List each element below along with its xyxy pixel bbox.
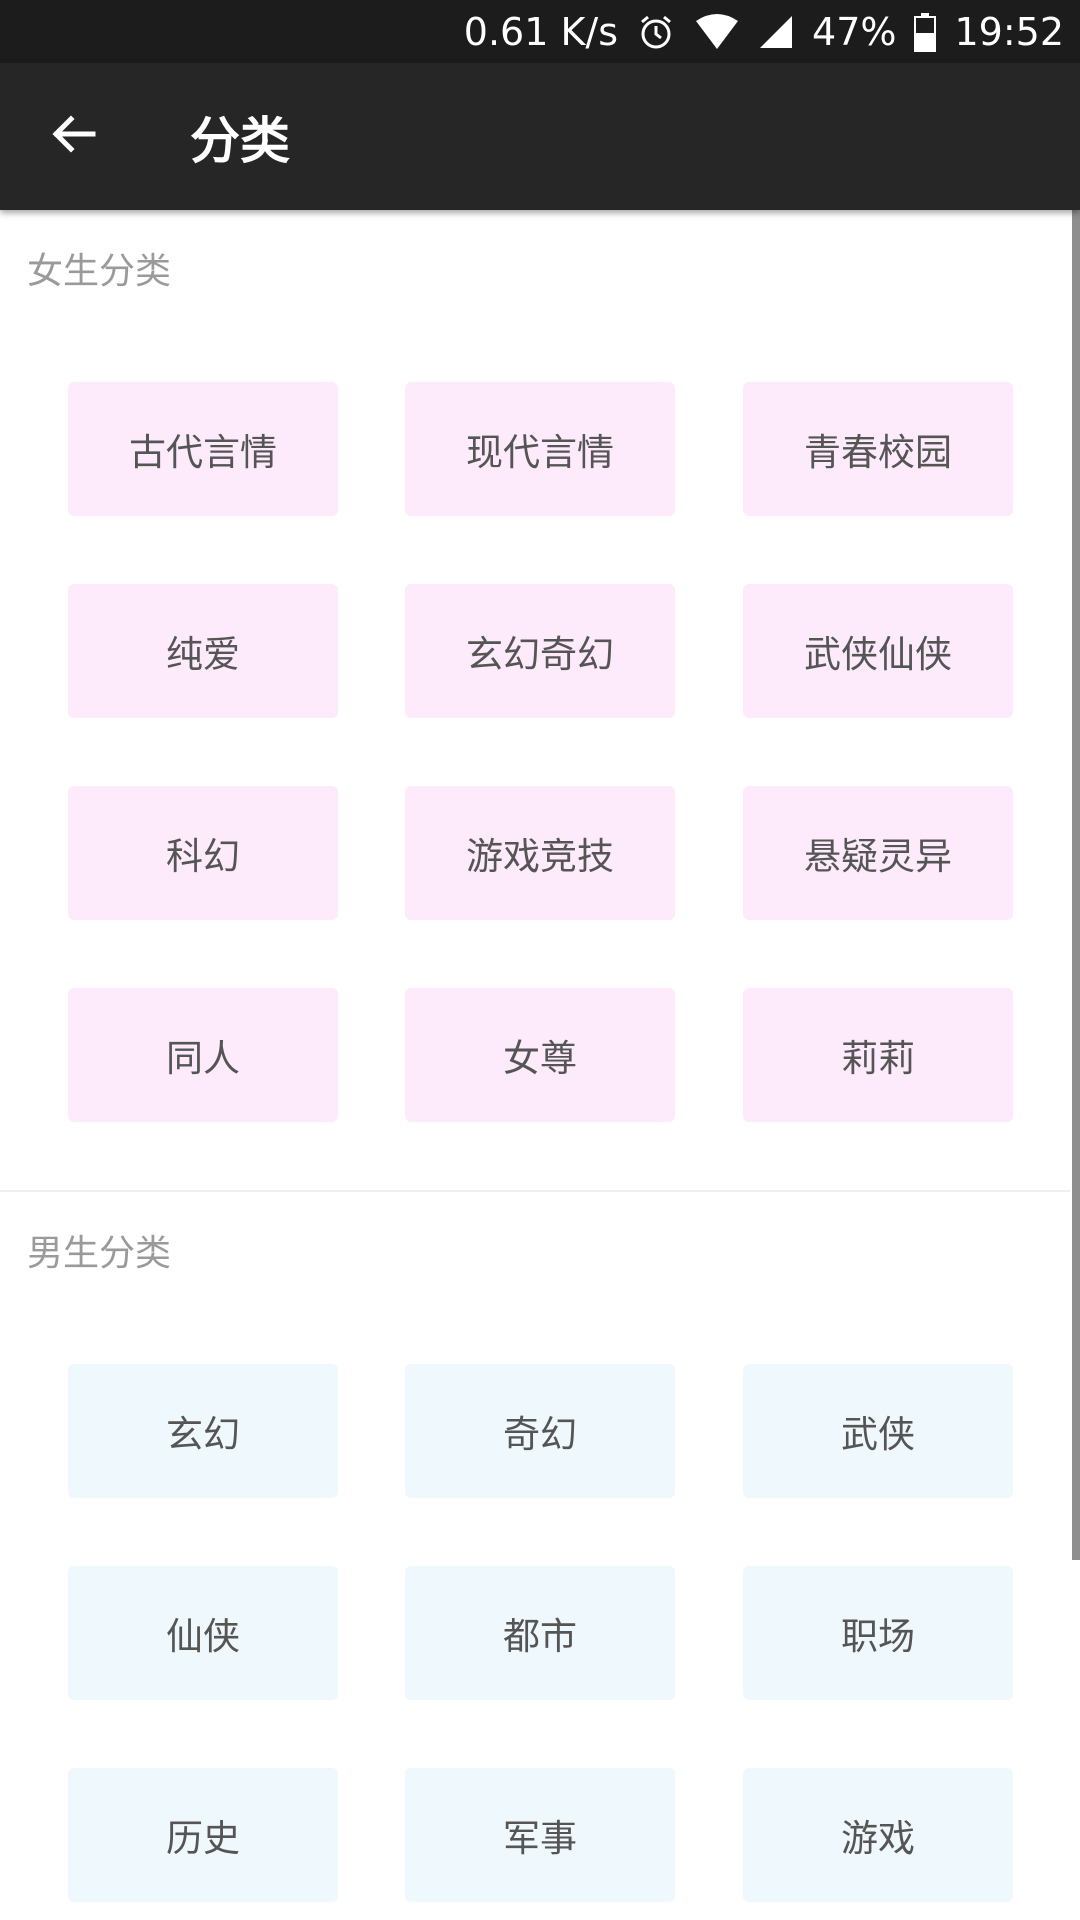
- signal-icon: [758, 14, 794, 50]
- category-tile[interactable]: 科幻: [68, 786, 338, 920]
- status-bar: 0.61 K/s 47% 19:52: [0, 0, 1080, 63]
- category-tile[interactable]: 现代言情: [405, 382, 675, 516]
- category-tile[interactable]: 游戏竞技: [405, 786, 675, 920]
- category-tile[interactable]: 仙侠: [68, 1566, 338, 1700]
- category-tile[interactable]: 职场: [743, 1566, 1013, 1700]
- category-tile[interactable]: 游戏: [743, 1768, 1013, 1902]
- male-section-title: 男生分类: [27, 1233, 172, 1274]
- category-tile[interactable]: 同人: [68, 988, 338, 1122]
- category-tile[interactable]: 奇幻: [405, 1364, 675, 1498]
- wifi-icon: [694, 13, 740, 51]
- category-tile[interactable]: 悬疑灵异: [743, 786, 1013, 920]
- category-tile[interactable]: 青春校园: [743, 382, 1013, 516]
- category-tile[interactable]: 纯爱: [68, 584, 338, 718]
- category-tile[interactable]: 历史: [68, 1768, 338, 1902]
- scrollbar[interactable]: [1072, 210, 1080, 1560]
- alarm-icon: [636, 12, 676, 52]
- category-tile[interactable]: 玄幻奇幻: [405, 584, 675, 718]
- female-section-title: 女生分类: [27, 251, 172, 292]
- back-button[interactable]: [30, 93, 116, 179]
- page-title: 分类: [190, 111, 290, 170]
- net-speed: 0.61 K/s: [463, 9, 619, 54]
- section-divider: [0, 1190, 1070, 1192]
- category-tile[interactable]: 玄幻: [68, 1364, 338, 1498]
- arrow-left-icon: [49, 110, 97, 162]
- category-tile[interactable]: 武侠仙侠: [743, 584, 1013, 718]
- app-bar: 分类: [0, 63, 1080, 210]
- category-tile[interactable]: 军事: [405, 1768, 675, 1902]
- battery-icon: [914, 12, 937, 52]
- category-tile[interactable]: 莉莉: [743, 988, 1013, 1122]
- battery-percent: 47%: [812, 9, 897, 54]
- category-tile[interactable]: 都市: [405, 1566, 675, 1700]
- category-tile[interactable]: 女尊: [405, 988, 675, 1122]
- clock-time: 19:52: [954, 9, 1064, 54]
- category-tile[interactable]: 武侠: [743, 1364, 1013, 1498]
- category-tile[interactable]: 古代言情: [68, 382, 338, 516]
